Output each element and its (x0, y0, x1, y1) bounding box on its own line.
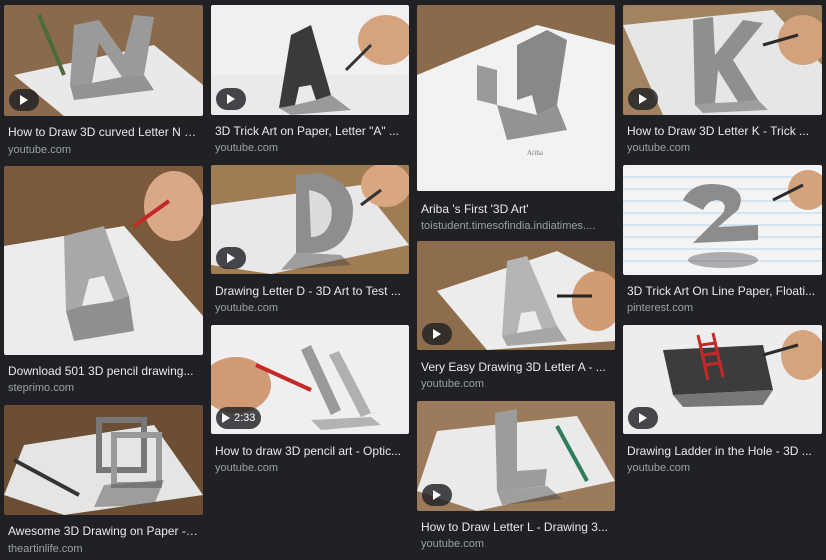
result-title[interactable]: How to Draw 3D curved Letter N - ... (8, 124, 199, 140)
result-thumbnail[interactable] (211, 5, 409, 115)
result-thumbnail[interactable] (623, 325, 822, 434)
play-icon (20, 95, 28, 105)
play-icon (227, 94, 235, 104)
play-icon (222, 413, 230, 423)
result-thumbnail[interactable] (211, 165, 409, 274)
play-icon (433, 490, 441, 500)
result-source: steprimo.com (8, 382, 75, 394)
result-thumbnail[interactable] (417, 241, 615, 350)
result-thumbnail[interactable]: 2:33 (211, 325, 409, 434)
result-title[interactable]: Awesome 3D Drawing on Paper - ... (8, 523, 199, 539)
result-source: theartinlife.com (8, 543, 83, 555)
result-title[interactable]: How to Draw 3D Letter K - Trick ... (627, 123, 818, 139)
play-badge (216, 247, 246, 269)
play-icon (639, 94, 647, 104)
svg-text:Ariba: Ariba (527, 149, 544, 157)
result-thumbnail[interactable]: Ariba (417, 5, 615, 191)
result-thumbnail[interactable] (417, 401, 615, 511)
video-duration: 2:33 (234, 412, 256, 424)
play-badge (628, 88, 658, 110)
result-source: youtube.com (627, 462, 690, 474)
result-title[interactable]: Drawing Ladder in the Hole - 3D ... (627, 443, 818, 459)
result-title[interactable]: How to Draw Letter L - Drawing 3... (421, 519, 611, 535)
result-source: youtube.com (215, 142, 278, 154)
play-icon (639, 413, 647, 423)
result-title[interactable]: Very Easy Drawing 3D Letter A - ... (421, 359, 611, 375)
play-badge: 2:33 (216, 407, 262, 429)
result-card[interactable]: How to Draw 3D curved Letter N - ... you… (4, 5, 203, 160)
result-thumbnail[interactable] (4, 405, 203, 515)
result-thumbnail[interactable] (4, 166, 203, 355)
result-card[interactable]: Download 501 3D pencil drawing... stepri… (4, 166, 203, 399)
result-title[interactable]: Download 501 3D pencil drawing... (8, 363, 199, 379)
result-source: toistudent.timesofindia.indiatimes.... (421, 220, 596, 232)
result-source: pinterest.com (627, 302, 694, 314)
result-title[interactable]: Ariba 's First '3D Art' (421, 201, 611, 217)
result-card[interactable]: 3D Trick Art on Paper, Letter "A" ... yo… (211, 5, 409, 158)
result-card[interactable]: Drawing Letter D - 3D Art to Test ... yo… (211, 165, 409, 318)
result-source: youtube.com (627, 142, 690, 154)
result-title[interactable]: 3D Trick Art On Line Paper, Floati... (627, 283, 818, 299)
result-card[interactable]: How to Draw Letter L - Drawing 3... yout… (417, 401, 615, 556)
result-source: youtube.com (215, 302, 278, 314)
result-title[interactable]: How to draw 3D pencil art - Optic... (215, 443, 405, 459)
result-source: youtube.com (421, 538, 484, 550)
play-icon (433, 329, 441, 339)
result-source: youtube.com (421, 378, 484, 390)
result-card[interactable]: 3D Trick Art On Line Paper, Floati... pi… (623, 165, 822, 318)
result-thumbnail[interactable] (4, 5, 203, 116)
result-card[interactable]: Drawing Ladder in the Hole - 3D ... yout… (623, 325, 822, 478)
result-card[interactable]: How to Draw 3D Letter K - Trick ... yout… (623, 5, 822, 158)
play-icon (227, 253, 235, 263)
result-thumbnail[interactable] (623, 5, 822, 115)
result-source: youtube.com (8, 144, 71, 156)
play-badge (216, 88, 246, 110)
result-title[interactable]: Drawing Letter D - 3D Art to Test ... (215, 283, 405, 299)
play-badge (422, 323, 452, 345)
result-thumbnail[interactable] (623, 165, 822, 275)
result-card[interactable]: Awesome 3D Drawing on Paper - ... theart… (4, 405, 203, 557)
play-badge (9, 89, 39, 111)
result-card[interactable]: Very Easy Drawing 3D Letter A - ... yout… (417, 241, 615, 394)
result-title[interactable]: 3D Trick Art on Paper, Letter "A" ... (215, 123, 405, 139)
result-card[interactable]: Ariba Ariba 's First '3D Art' toistudent… (417, 5, 615, 233)
play-badge (628, 407, 658, 429)
result-source: youtube.com (215, 462, 278, 474)
play-badge (422, 484, 452, 506)
result-card[interactable]: 2:33 How to draw 3D pencil art - Optic..… (211, 325, 409, 478)
